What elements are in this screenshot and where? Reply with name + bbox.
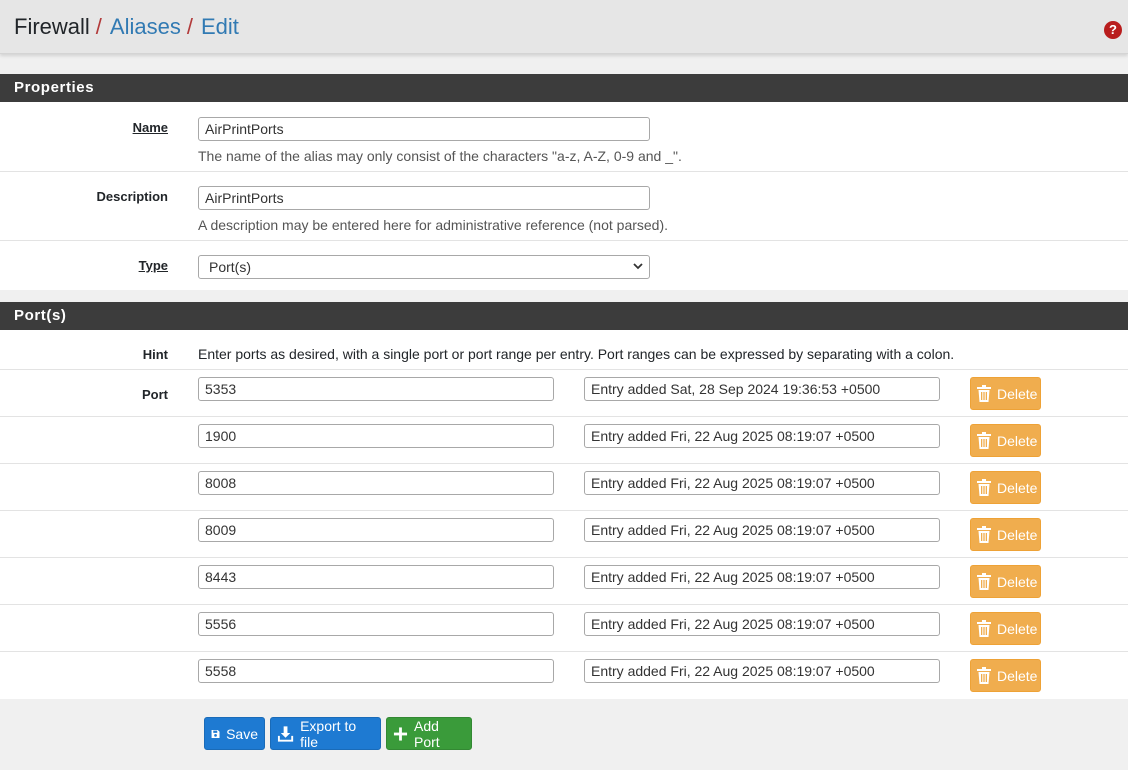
export-button[interactable]: Export to file	[270, 717, 381, 750]
port-input[interactable]: 8009	[198, 518, 554, 542]
hint-text: Enter ports as desired, with a single po…	[198, 346, 955, 362]
type-select-value: Port(s)	[209, 259, 251, 275]
add-port-label: Add Port	[413, 717, 440, 750]
port-input[interactable]: 5353	[198, 377, 554, 401]
port-description-input[interactable]: Entry added Fri, 22 Aug 2025 08:19:07 +0…	[584, 612, 940, 636]
delete-port-button[interactable]: Delete	[970, 565, 1041, 598]
breadcrumb-edit-link[interactable]: Edit	[201, 14, 239, 40]
delete-label: Delete	[997, 432, 1038, 449]
type-row: Type Port(s)	[0, 241, 1128, 290]
port-row: Port 5353 Entry added Sat, 28 Sep 2024 1…	[0, 370, 1128, 417]
chevron-down-icon	[633, 263, 643, 270]
delete-port-button[interactable]: Delete	[970, 471, 1041, 504]
add-port-button[interactable]: Add Port	[386, 717, 472, 750]
breadcrumb: Firewall / Aliases / Edit ?	[0, 0, 1128, 54]
ports-heading: Port(s)	[0, 302, 1128, 330]
delete-port-button[interactable]: Delete	[970, 424, 1041, 457]
name-help-text: The name of the alias may only consist o…	[198, 148, 682, 164]
port-description-input[interactable]: Entry added Fri, 22 Aug 2025 08:19:07 +0…	[584, 565, 940, 589]
delete-port-button[interactable]: Delete	[970, 518, 1041, 551]
port-description-input[interactable]: Entry added Sat, 28 Sep 2024 19:36:53 +0…	[584, 377, 940, 401]
breadcrumb-firewall: Firewall	[14, 13, 90, 39]
port-row: 8008 Entry added Fri, 22 Aug 2025 08:19:…	[0, 464, 1128, 511]
delete-port-button[interactable]: Delete	[970, 612, 1041, 645]
hint-row: Hint Enter ports as desired, with a sing…	[0, 330, 1128, 370]
export-label: Export to file	[300, 717, 357, 750]
description-input[interactable]: AirPrintPorts	[198, 186, 650, 210]
save-button[interactable]: Save	[204, 717, 265, 750]
properties-panel: Properties Name AirPrintPorts The name o…	[0, 74, 1128, 290]
trash-icon	[977, 385, 991, 402]
port-label: Port	[142, 387, 168, 402]
delete-label: Delete	[997, 667, 1038, 684]
name-label: Name	[132, 120, 168, 135]
help-icon[interactable]: ?	[1104, 21, 1122, 39]
trash-icon	[977, 573, 991, 590]
type-select[interactable]: Port(s)	[198, 255, 650, 279]
trash-icon	[977, 526, 991, 543]
ports-panel: Port(s) Hint Enter ports as desired, wit…	[0, 302, 1128, 699]
port-description-input[interactable]: Entry added Fri, 22 Aug 2025 08:19:07 +0…	[584, 424, 940, 448]
port-input[interactable]: 1900	[198, 424, 554, 448]
breadcrumb-separator: /	[95, 13, 102, 39]
description-help-text: A description may be entered here for ad…	[198, 217, 669, 233]
save-icon	[211, 729, 220, 738]
port-row: 8009 Entry added Fri, 22 Aug 2025 08:19:…	[0, 511, 1128, 558]
delete-label: Delete	[997, 385, 1038, 402]
port-input[interactable]: 5558	[198, 659, 554, 683]
download-icon	[277, 725, 294, 742]
name-row: Name AirPrintPorts The name of the alias…	[0, 102, 1128, 172]
port-row: 5558 Entry added Fri, 22 Aug 2025 08:19:…	[0, 652, 1128, 699]
name-input[interactable]: AirPrintPorts	[198, 117, 650, 141]
trash-icon	[977, 620, 991, 637]
port-rows: Port 5353 Entry added Sat, 28 Sep 2024 1…	[0, 370, 1128, 699]
trash-icon	[977, 667, 991, 684]
trash-icon	[977, 479, 991, 496]
port-row: 1900 Entry added Fri, 22 Aug 2025 08:19:…	[0, 417, 1128, 464]
port-row: 5556 Entry added Fri, 22 Aug 2025 08:19:…	[0, 605, 1128, 652]
port-description-input[interactable]: Entry added Fri, 22 Aug 2025 08:19:07 +0…	[584, 659, 940, 683]
trash-icon	[977, 432, 991, 449]
port-input[interactable]: 5556	[198, 612, 554, 636]
delete-label: Delete	[997, 479, 1038, 496]
port-description-input[interactable]: Entry added Fri, 22 Aug 2025 08:19:07 +0…	[584, 471, 940, 495]
breadcrumb-aliases-link[interactable]: Aliases	[110, 14, 181, 40]
plus-icon	[393, 726, 408, 741]
port-description-input[interactable]: Entry added Fri, 22 Aug 2025 08:19:07 +0…	[584, 518, 940, 542]
delete-label: Delete	[997, 573, 1038, 590]
type-label: Type	[138, 258, 168, 273]
port-row: 8443 Entry added Fri, 22 Aug 2025 08:19:…	[0, 558, 1128, 605]
delete-label: Delete	[997, 620, 1038, 637]
description-row: Description AirPrintPorts A description …	[0, 172, 1128, 241]
delete-label: Delete	[997, 526, 1038, 543]
save-label: Save	[226, 725, 258, 742]
hint-label: Hint	[142, 347, 168, 362]
description-label: Description	[96, 189, 168, 204]
delete-port-button[interactable]: Delete	[970, 377, 1041, 410]
breadcrumb-separator: /	[186, 13, 193, 39]
port-input[interactable]: 8443	[198, 565, 554, 589]
delete-port-button[interactable]: Delete	[970, 659, 1041, 692]
properties-heading: Properties	[0, 74, 1128, 102]
port-input[interactable]: 8008	[198, 471, 554, 495]
